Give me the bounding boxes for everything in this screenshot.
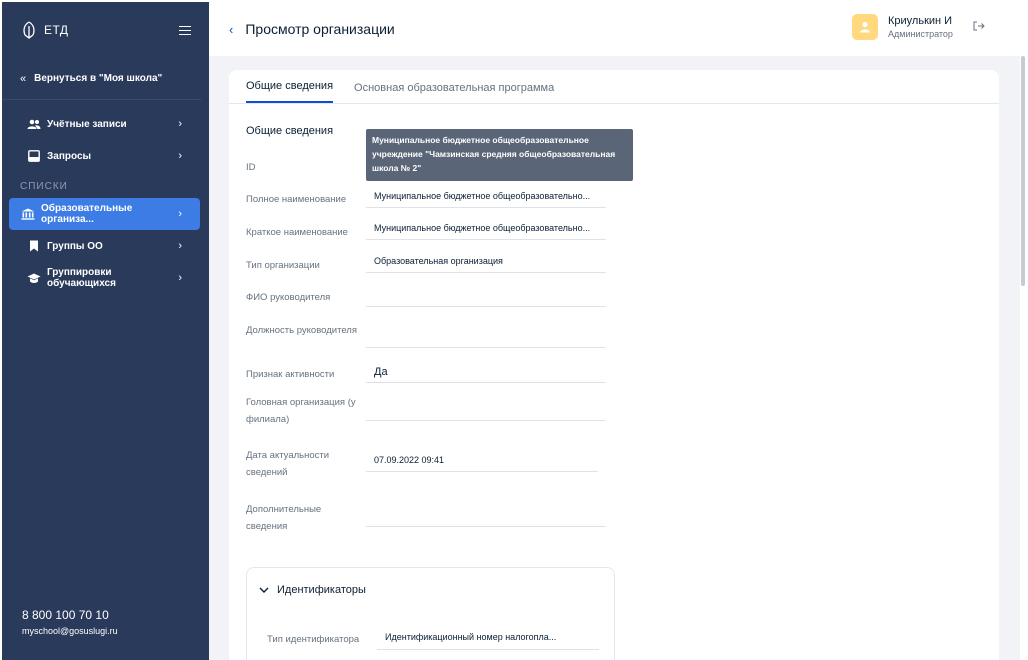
field-label-org-type: Тип организации <box>246 260 320 271</box>
sidebar-item-label: Запросы <box>47 150 92 162</box>
field-value-short-name[interactable]: Муниципальное бюджетное общеобразователь… <box>366 223 606 240</box>
chevron-right-icon: › <box>178 208 182 220</box>
identifiers-card: Идентификаторы Тип идентификатора Иденти… <box>246 567 615 660</box>
full-name-tooltip: Муниципальное бюджетное общеобразователь… <box>366 129 633 181</box>
institution-icon <box>21 207 35 221</box>
sidebar-item-label: Группы ОО <box>47 240 103 252</box>
logo-icon <box>23 21 35 39</box>
users-icon <box>27 117 41 131</box>
field-label-actuality-date: Дата актуальности сведений <box>246 450 330 478</box>
logout-icon[interactable] <box>973 21 985 34</box>
sidebar-item-label: Образовательные организа... <box>41 203 133 225</box>
identifiers-toggle[interactable]: Идентификаторы <box>259 584 366 596</box>
field-label-short-name: Краткое наименование <box>246 227 348 238</box>
field-label-head-position: Должность руководителя <box>246 325 357 336</box>
sidebar-item-student-groupings[interactable]: Группировки обучающихся › <box>9 262 200 294</box>
field-label-head-name: ФИО руководителя <box>246 292 331 303</box>
back-to-my-school-link[interactable]: « Вернуться в "Моя школа" <box>2 58 201 100</box>
back-chevron-icon[interactable]: ‹ <box>229 22 233 37</box>
avatar[interactable] <box>852 14 878 40</box>
section-title: Общие сведения <box>246 125 334 137</box>
chevron-right-icon: › <box>178 240 182 252</box>
identifier-type-label: Тип идентификатора <box>267 634 360 645</box>
sidebar-item-label: Группировки обучающихся <box>47 267 116 289</box>
field-value-org-type: Образовательная организация <box>366 256 606 273</box>
menu-icon[interactable] <box>179 25 191 35</box>
tab-educational-program[interactable]: Основная образовательная программа <box>354 82 554 103</box>
chevron-down-icon <box>259 585 269 596</box>
tab-general-info[interactable]: Общие сведения <box>246 80 334 103</box>
logo[interactable]: ЕТД <box>20 20 69 40</box>
sidebar-header: ЕТД <box>2 2 209 58</box>
field-value-actuality-date: 07.09.2022 09:41 <box>366 455 598 472</box>
chevron-right-icon: › <box>178 272 182 284</box>
field-label-id: ID <box>246 162 256 173</box>
field-label-additional-info: Дополнительные сведения <box>246 504 322 532</box>
chevron-right-icon: › <box>178 150 182 162</box>
sidebar: ЕТД « Вернуться в "Моя школа" Учётные за… <box>2 2 209 660</box>
field-value-head-position <box>366 331 606 348</box>
sidebar-section-title: СПИСКИ <box>20 180 68 192</box>
sidebar-item-label: Учётные записи <box>47 118 127 130</box>
user-menu[interactable]: Криулькин И Администратор <box>852 14 985 40</box>
field-value-head-name <box>366 290 606 307</box>
field-value-active-flag: Да <box>366 366 606 383</box>
user-icon <box>860 21 870 33</box>
back-link-label: Вернуться в "Моя школа" <box>34 73 163 84</box>
page-title: Просмотр организации <box>245 21 395 37</box>
sidebar-item-oo-groups[interactable]: Группы ОО › <box>9 230 200 262</box>
header: ‹ Просмотр организации Криулькин И Админ… <box>209 2 1028 56</box>
field-value-parent-org <box>366 404 606 421</box>
field-value-full-name[interactable]: Муниципальное бюджетное общеобразователь… <box>366 191 606 208</box>
bookmark-icon <box>27 239 41 253</box>
identifiers-title: Идентификаторы <box>277 584 366 596</box>
sidebar-footer: 8 800 100 70 10 myschool@gosuslugi.ru <box>22 608 118 636</box>
graduation-cap-icon <box>27 271 41 285</box>
field-label-parent-org: Головная организация (у филиала) <box>246 397 356 425</box>
sidebar-item-requests[interactable]: Запросы › <box>9 140 200 172</box>
sidebar-item-educational-orgs[interactable]: Образовательные организа... › <box>9 198 200 230</box>
field-value-additional-info <box>366 510 606 527</box>
field-label-active-flag: Признак активности <box>246 369 335 380</box>
tabs: Общие сведения Основная образовательная … <box>229 70 999 104</box>
inbox-icon <box>27 149 41 163</box>
field-label-full-name: Полное наименование <box>246 194 347 205</box>
scrollbar-thumb[interactable] <box>1021 56 1025 286</box>
chevron-right-icon: › <box>178 118 182 130</box>
support-phone: 8 800 100 70 10 <box>22 608 109 622</box>
user-role: Администратор <box>888 29 953 39</box>
user-name: Криулькин И <box>888 15 953 27</box>
identifier-type-value: Идентификационный номер налогопла... <box>377 632 599 650</box>
logo-text: ЕТД <box>44 23 69 37</box>
sidebar-item-accounts[interactable]: Учётные записи › <box>9 108 200 140</box>
double-chevron-left-icon: « <box>20 72 27 85</box>
support-email: myschool@gosuslugi.ru <box>22 626 118 636</box>
user-info: Криулькин И Администратор <box>888 15 953 39</box>
